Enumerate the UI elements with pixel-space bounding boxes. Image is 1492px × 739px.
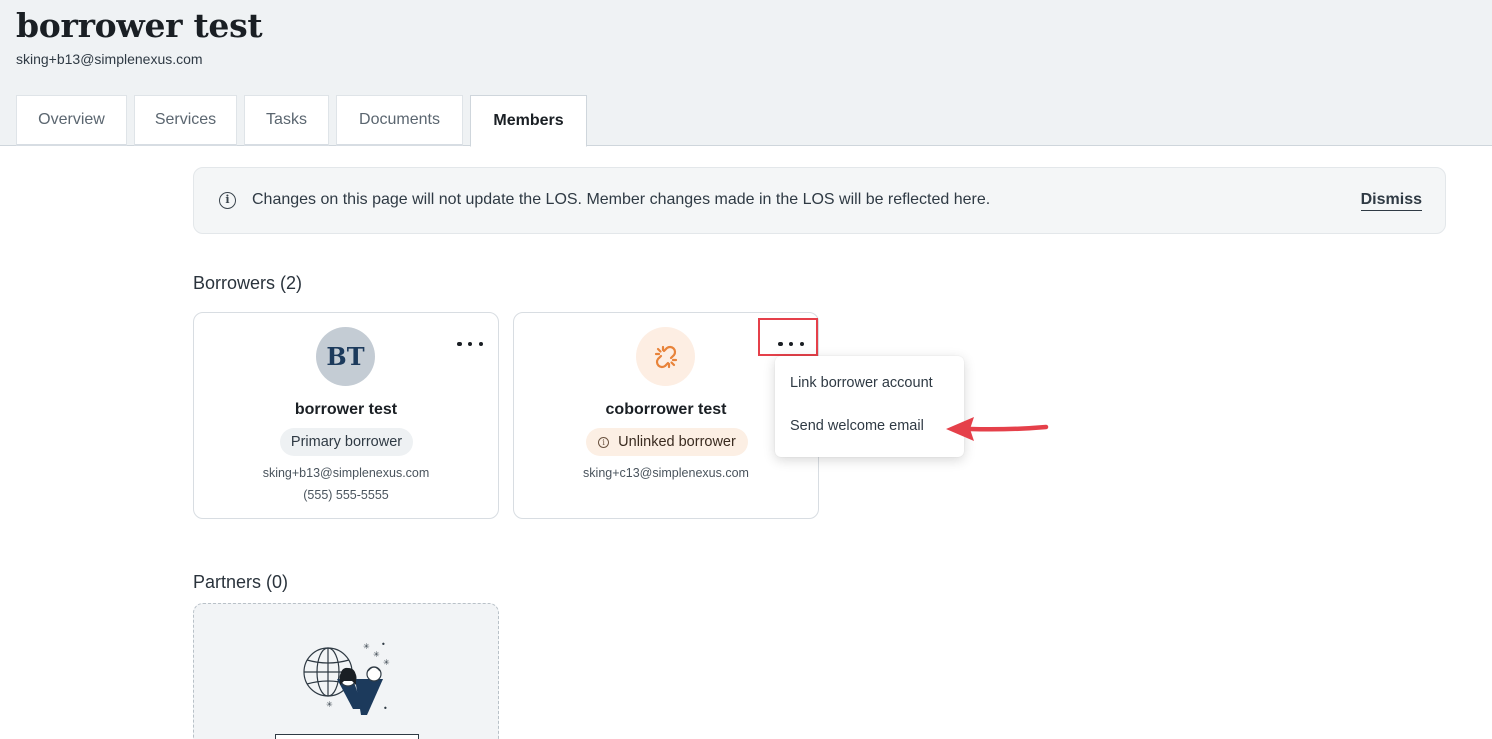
- more-options-icon[interactable]: [457, 339, 483, 349]
- svg-text:•: •: [381, 641, 386, 649]
- svg-text:•: •: [383, 704, 388, 713]
- svg-text:✳: ✳: [326, 700, 333, 709]
- svg-text:✳: ✳: [383, 658, 390, 667]
- highlight-box: [758, 318, 818, 356]
- avatar: [636, 327, 695, 386]
- add-partner-button[interactable]: [275, 734, 419, 739]
- partners-empty-card: ✳ ✳ • ✳ ✳ •: [193, 603, 499, 739]
- banner-message: Changes on this page will not update the…: [252, 191, 991, 208]
- coborrower-name: coborrower test: [605, 401, 727, 418]
- dismiss-button[interactable]: Dismiss: [1360, 191, 1422, 211]
- broken-link-icon: [654, 345, 677, 368]
- tab-overview[interactable]: Overview: [16, 95, 127, 146]
- page-subtitle-email: sking+b13@simplenexus.com: [16, 51, 203, 67]
- tab-members[interactable]: Members: [470, 95, 587, 147]
- unlinked-label: Unlinked borrower: [618, 434, 736, 450]
- svg-text:✳: ✳: [363, 642, 370, 651]
- page-title: borrower test: [16, 6, 263, 45]
- borrower-card: BT borrower test Primary borrower sking+…: [193, 312, 499, 519]
- borrower-email: sking+b13@simplenexus.com: [262, 466, 430, 480]
- info-icon: i: [598, 436, 610, 448]
- menu-item-send-welcome-email[interactable]: Send welcome email: [790, 418, 924, 434]
- tab-documents[interactable]: Documents: [336, 95, 463, 146]
- svg-text:✳: ✳: [373, 650, 380, 659]
- tab-services[interactable]: Services: [134, 95, 237, 146]
- borrower-phone: (555) 555-5555: [303, 488, 389, 502]
- role-badge: Primary borrower: [280, 428, 413, 456]
- page-header: borrower test sking+b13@simplenexus.com …: [0, 0, 1492, 147]
- info-icon: i: [219, 192, 236, 209]
- borrower-name: borrower test: [294, 401, 398, 418]
- unlinked-badge: i Unlinked borrower: [586, 428, 748, 456]
- red-arrow-annotation: [946, 417, 1049, 441]
- partners-heading: Partners (0): [193, 572, 289, 592]
- borrowers-heading: Borrowers (2): [193, 273, 303, 293]
- coborrower-email: sking+c13@simplenexus.com: [583, 466, 749, 480]
- avatar: BT: [316, 327, 375, 386]
- options-menu: Link borrower account Send welcome email: [775, 356, 964, 457]
- info-banner: i Changes on this page will not update t…: [193, 167, 1446, 234]
- tab-tasks[interactable]: Tasks: [244, 95, 329, 146]
- globe-partners-illustration: ✳ ✳ • ✳ ✳ •: [303, 641, 390, 715]
- menu-item-link-borrower-account[interactable]: Link borrower account: [790, 375, 933, 391]
